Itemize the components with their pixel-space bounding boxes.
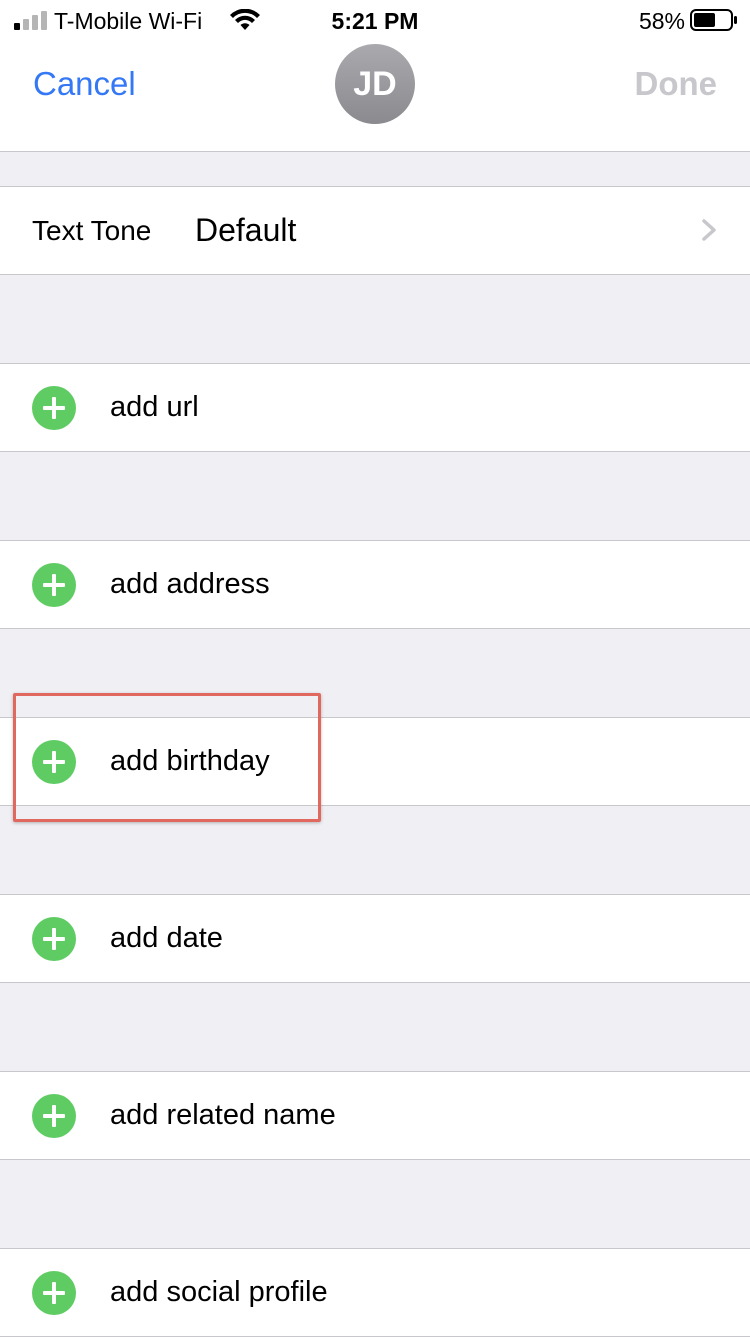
header: T-Mobile Wi-Fi 5:21 PM 58% Cancel JD Don…: [0, 0, 750, 152]
chevron-right-icon: [702, 219, 716, 241]
battery-icon: [690, 9, 737, 31]
highlight-box: [13, 693, 321, 822]
cancel-button[interactable]: Cancel: [33, 64, 136, 104]
status-time: 5:21 PM: [331, 8, 419, 34]
plus-circle-icon[interactable]: [32, 386, 76, 430]
avatar[interactable]: JD: [335, 44, 415, 124]
plus-circle-icon[interactable]: [32, 1094, 76, 1138]
battery-percent: 58%: [638, 8, 685, 34]
add-related-name-label: add related name: [110, 1099, 336, 1131]
text-tone-row[interactable]: Text Tone Default: [0, 186, 750, 275]
add-url-row[interactable]: add url: [0, 363, 750, 452]
add-date-label: add date: [110, 922, 223, 954]
add-social-profile-label: add social profile: [110, 1276, 328, 1308]
add-date-row[interactable]: add date: [0, 894, 750, 983]
text-tone-value: Default: [195, 212, 297, 248]
done-button[interactable]: Done: [635, 64, 718, 104]
text-tone-label: Text Tone: [32, 215, 152, 246]
add-url-label: add url: [110, 391, 199, 423]
plus-circle-icon[interactable]: [32, 1271, 76, 1315]
status-bar: T-Mobile Wi-Fi 5:21 PM 58%: [0, 0, 750, 40]
add-related-name-row[interactable]: add related name: [0, 1071, 750, 1160]
add-social-profile-row[interactable]: add social profile: [0, 1248, 750, 1337]
add-address-label: add address: [110, 568, 270, 600]
plus-circle-icon[interactable]: [32, 917, 76, 961]
plus-circle-icon[interactable]: [32, 563, 76, 607]
add-address-row[interactable]: add address: [0, 540, 750, 629]
